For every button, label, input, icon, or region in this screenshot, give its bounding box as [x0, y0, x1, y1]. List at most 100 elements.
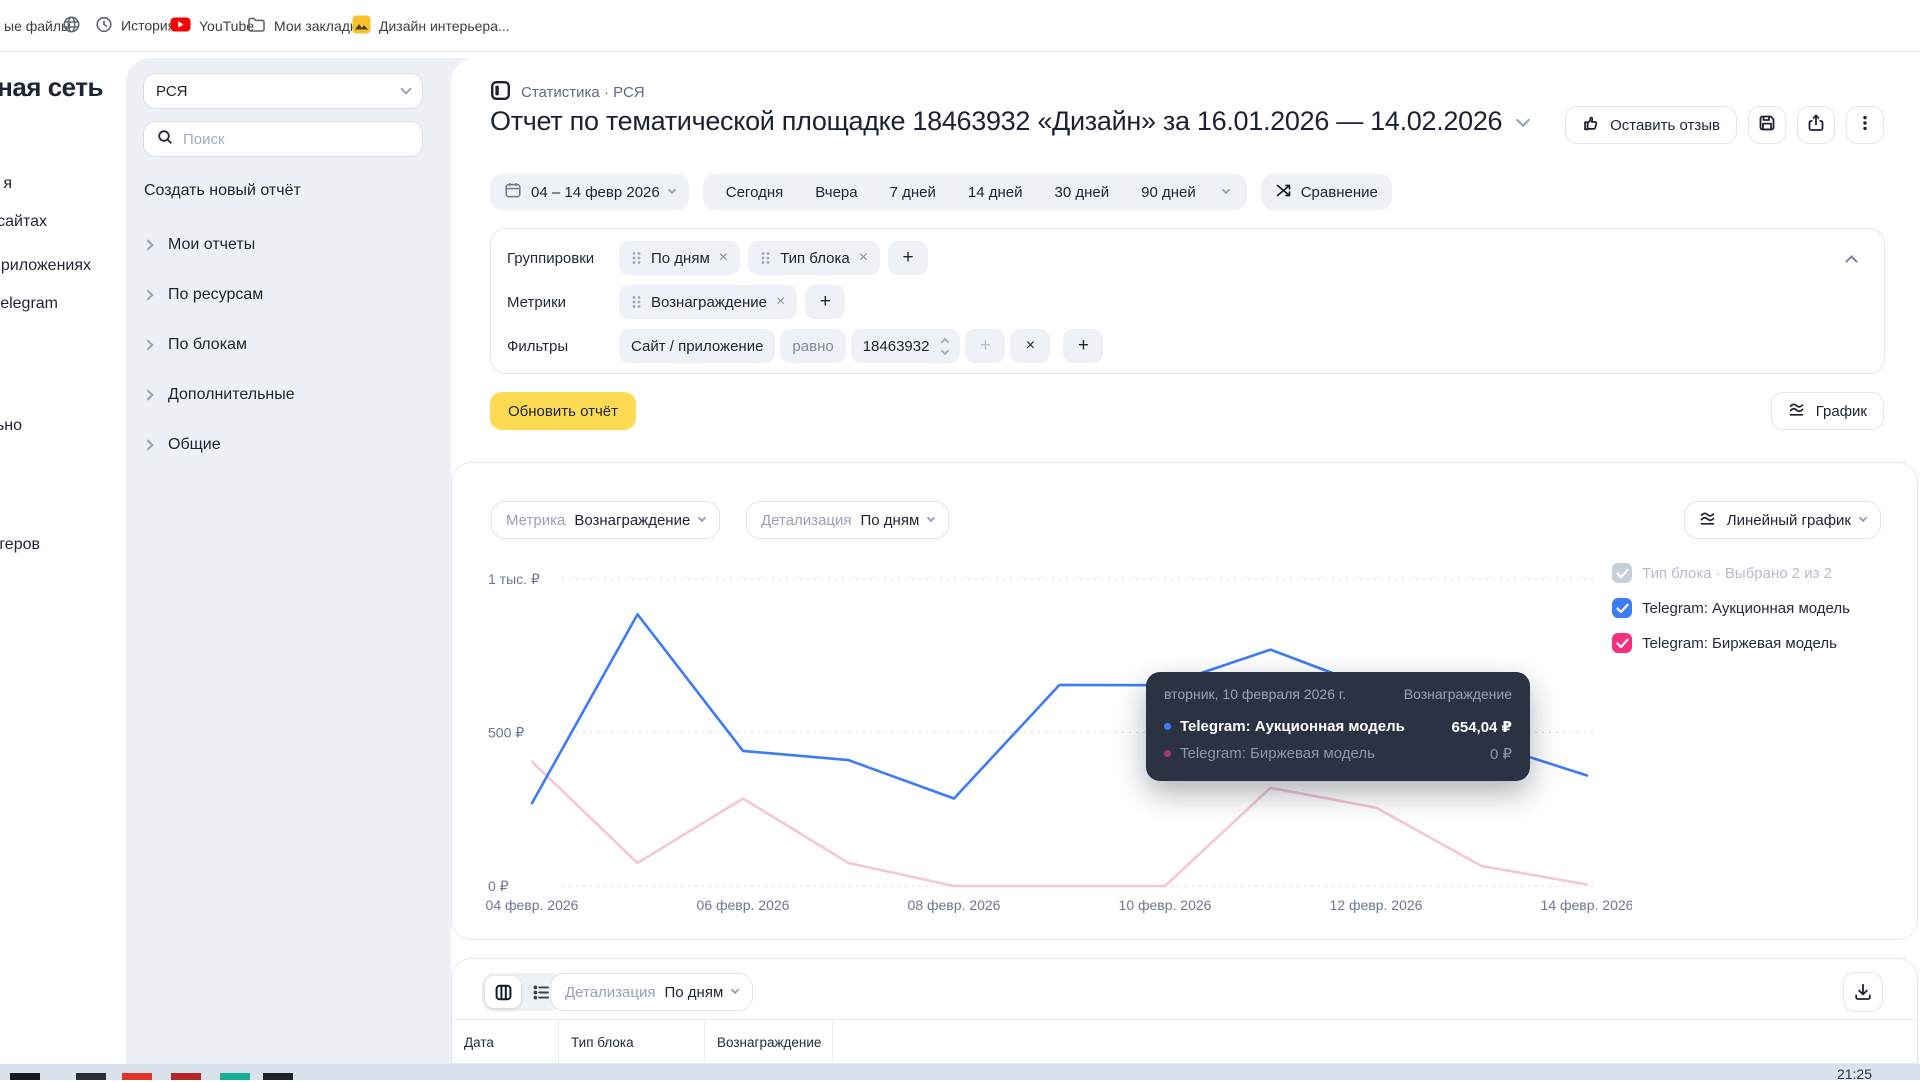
nav-item[interactable]: elegram	[0, 295, 58, 313]
save-button[interactable]	[1748, 106, 1786, 144]
chart-toggle-button[interactable]: График	[1770, 392, 1884, 430]
thumbs-up-icon	[1582, 114, 1601, 137]
update-report-button[interactable]: Обновить отчёт	[490, 392, 636, 430]
filter-operator-chip[interactable]: равно	[780, 329, 846, 363]
preset-7-days[interactable]: 7 дней	[885, 184, 941, 201]
sidebar-item-by-resources[interactable]: По ресурсам	[142, 286, 263, 304]
app-window: ная сеть я сайтах риложениях elegram ьно…	[0, 52, 1920, 1080]
create-report-link[interactable]: Создать новый отчёт	[144, 182, 301, 200]
chevron-down-icon[interactable]	[1221, 185, 1230, 195]
legend-label: Telegram: Аукционная модель	[1642, 599, 1850, 617]
date-range-value: 04 – 14 февр 2026	[531, 183, 660, 201]
sidebar-item-by-blocks[interactable]: По блокам	[142, 336, 247, 354]
chart-wave-icon	[1699, 510, 1718, 531]
nav-item[interactable]: ьно	[0, 417, 22, 435]
legend-group-toggle[interactable]: Тип блока · Выбрано 2 из 2	[1612, 563, 1850, 583]
search-input[interactable]: Поиск	[143, 121, 423, 157]
column-header-reward[interactable]: Вознаграждение	[705, 1020, 833, 1065]
filter-value-input[interactable]: 18463932	[850, 329, 961, 363]
save-icon	[1757, 113, 1777, 137]
bookmark-globe[interactable]	[62, 15, 81, 37]
svg-text:14 февр. 2026: 14 февр. 2026	[1541, 897, 1632, 913]
remove-chip-icon[interactable]: ×	[776, 293, 785, 311]
metric-dropdown[interactable]: Метрика Вознаграждение	[491, 501, 721, 539]
bookmark-my-bookmarks[interactable]: Мои закладки	[247, 16, 364, 36]
taskbar-app-icon[interactable]	[171, 1073, 201, 1080]
tree-label: Общие	[168, 436, 221, 453]
dropdown-label: Детализация	[761, 511, 852, 529]
nav-item[interactable]: сайтах	[0, 213, 47, 231]
grouping-chip-by-days[interactable]: По дням ×	[619, 241, 741, 275]
metrics-label: Метрики	[507, 293, 567, 311]
bookmark-design[interactable]: Дизайн интерьера...	[352, 15, 510, 37]
chart-type-dropdown[interactable]: Линейный график	[1683, 501, 1881, 539]
preset-30-days[interactable]: 30 дней	[1050, 184, 1115, 201]
share-button[interactable]	[1797, 106, 1835, 144]
preset-90-days[interactable]: 90 дней	[1136, 184, 1201, 201]
chevron-right-icon	[142, 289, 154, 301]
svg-text:12 февр. 2026: 12 февр. 2026	[1330, 897, 1423, 913]
table-section: Детализация По дням Дата Тип блока Возна…	[451, 958, 1919, 1065]
drag-handle-icon	[632, 296, 641, 308]
column-header-block-type[interactable]: Тип блока	[559, 1020, 705, 1065]
table-detail-dropdown[interactable]: Детализация По дням	[550, 973, 754, 1011]
columns-view-button[interactable]	[485, 976, 521, 1008]
chevron-down-icon[interactable]	[1516, 112, 1531, 127]
svg-text:500 ₽: 500 ₽	[488, 725, 524, 741]
nav-item[interactable]: геров	[0, 536, 40, 554]
feedback-button[interactable]: Оставить отзыв	[1565, 106, 1737, 144]
add-metric-button[interactable]: +	[805, 285, 846, 319]
column-header-date[interactable]: Дата	[452, 1020, 559, 1065]
add-grouping-button[interactable]: +	[888, 241, 929, 275]
add-filter-value-button[interactable]: +	[965, 329, 1006, 363]
remove-chip-icon[interactable]: ×	[859, 249, 868, 267]
nav-item[interactable]: риложениях	[1, 257, 91, 275]
grouping-chip-block-type[interactable]: Тип блока ×	[748, 241, 881, 275]
download-button[interactable]	[1843, 972, 1883, 1012]
bookmark-youtube[interactable]: YouTube	[170, 17, 254, 35]
remove-filter-button[interactable]: ×	[1010, 329, 1051, 363]
preset-today[interactable]: Сегодня	[721, 184, 789, 201]
legend-item-exchange[interactable]: Telegram: Биржевая модель	[1612, 633, 1850, 653]
comparison-button[interactable]: Сравнение	[1260, 174, 1392, 210]
sidebar-item-additional[interactable]: Дополнительные	[142, 386, 295, 404]
taskbar-app-icon[interactable]	[263, 1073, 293, 1080]
header-actions: Оставить отзыв	[1565, 106, 1884, 144]
add-filter-button[interactable]: +	[1063, 329, 1104, 363]
number-stepper[interactable]	[941, 337, 950, 355]
tooltip-series-label: Telegram: Аукционная модель	[1180, 718, 1405, 735]
more-menu-button[interactable]	[1846, 106, 1884, 144]
chevron-down-icon	[400, 83, 412, 95]
remove-chip-icon[interactable]: ×	[719, 249, 728, 267]
checkbox-checked[interactable]	[1612, 633, 1632, 653]
tree-label: Мои отчеты	[168, 236, 256, 253]
preset-14-days[interactable]: 14 дней	[963, 184, 1028, 201]
filter-field-chip[interactable]: Сайт / приложение	[619, 329, 776, 363]
taskbar-app-icon[interactable]	[76, 1073, 106, 1080]
workspace-select-value: РСЯ	[156, 82, 188, 100]
metric-chip-reward[interactable]: Вознаграждение ×	[619, 285, 798, 319]
svg-text:0 ₽: 0 ₽	[488, 878, 509, 894]
nav-item[interactable]: я	[3, 175, 12, 193]
detail-dropdown[interactable]: Детализация По дням	[746, 501, 950, 539]
dropdown-value: По дням	[664, 983, 724, 1001]
workspace-select[interactable]: РСЯ	[143, 73, 423, 109]
date-range-picker[interactable]: 04 – 14 февр 2026	[490, 174, 689, 210]
checkbox-checked[interactable]	[1612, 598, 1632, 618]
chevron-down-icon	[698, 513, 707, 523]
taskbar-app-icon[interactable]	[10, 1073, 40, 1080]
tooltip-date: вторник, 10 февраля 2026 г.	[1164, 686, 1347, 702]
groupings-row: Группировки По дням × Тип блока × +	[507, 241, 1884, 275]
breadcrumb[interactable]: Статистика · РСЯ	[490, 80, 645, 105]
chevron-right-icon	[142, 439, 154, 451]
taskbar-app-icon[interactable]	[220, 1073, 250, 1080]
sidebar-item-my-reports[interactable]: Мои отчеты	[142, 236, 256, 254]
dropdown-value: По дням	[860, 511, 920, 529]
sidebar-item-common[interactable]: Общие	[142, 436, 221, 454]
bookmark-history[interactable]: История	[95, 15, 175, 36]
bookmark-label: YouTube	[199, 17, 255, 34]
taskbar-app-icon[interactable]	[122, 1073, 152, 1080]
preset-yesterday[interactable]: Вчера	[810, 184, 862, 201]
legend-item-auction[interactable]: Telegram: Аукционная модель	[1612, 598, 1850, 618]
kebab-menu-icon	[1856, 114, 1874, 136]
